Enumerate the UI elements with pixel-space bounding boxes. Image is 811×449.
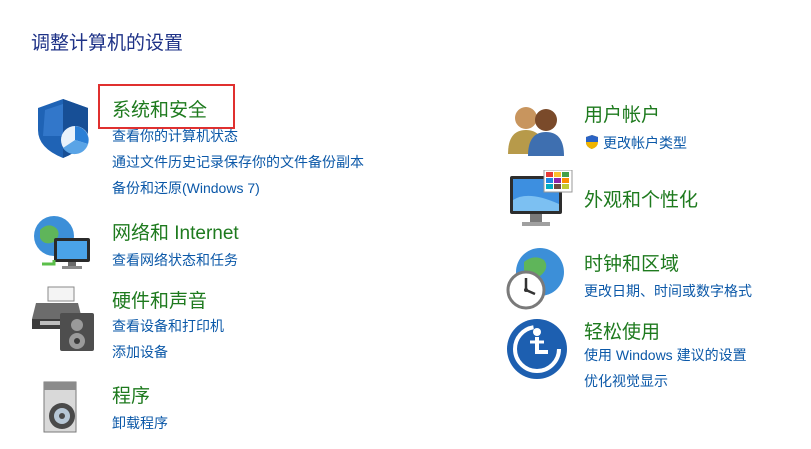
link-uninstall-program[interactable]: 卸载程序 <box>112 413 168 433</box>
printer-speaker-icon[interactable] <box>32 285 96 356</box>
uac-shield-icon <box>586 135 598 149</box>
highlight-box <box>98 84 235 129</box>
link-windows-suggested-settings[interactable]: 使用 Windows 建议的设置 <box>584 345 747 365</box>
link-backup-restore[interactable]: 备份和还原(Windows 7) <box>112 178 260 198</box>
users-icon[interactable] <box>506 104 566 161</box>
clock-globe-icon[interactable] <box>504 246 568 315</box>
category-title-ease-of-access[interactable]: 轻松使用 <box>584 317 660 344</box>
link-optimize-visual-display[interactable]: 优化视觉显示 <box>584 371 668 391</box>
link-file-history-backup[interactable]: 通过文件历史记录保存你的文件备份副本 <box>112 152 364 172</box>
category-title-clock-region[interactable]: 时钟和区域 <box>584 249 679 276</box>
monitor-palette-icon[interactable] <box>508 169 574 239</box>
link-change-date-time-format[interactable]: 更改日期、时间或数字格式 <box>584 281 752 301</box>
page-title: 调整计算机的设置 <box>31 33 184 54</box>
category-title-programs[interactable]: 程序 <box>112 381 150 408</box>
link-devices-printers[interactable]: 查看设备和打印机 <box>112 316 224 336</box>
category-title-network-internet[interactable]: 网络和 Internet <box>112 218 239 245</box>
shield-icon[interactable] <box>33 96 93 165</box>
link-change-account-type-label: 更改帐户类型 <box>603 135 687 151</box>
network-globe-icon[interactable] <box>32 212 96 279</box>
link-change-account-type[interactable]: 更改帐户类型 <box>584 133 687 153</box>
category-title-hardware-sound[interactable]: 硬件和声音 <box>112 286 207 313</box>
category-title-user-accounts[interactable]: 用户帐户 <box>584 100 660 127</box>
programs-disc-icon[interactable] <box>40 378 80 441</box>
category-title-appearance[interactable]: 外观和个性化 <box>584 185 698 212</box>
link-add-device[interactable]: 添加设备 <box>112 342 168 362</box>
ease-of-access-icon[interactable] <box>506 318 568 385</box>
link-view-computer-status[interactable]: 查看你的计算机状态 <box>112 126 238 146</box>
link-network-status-tasks[interactable]: 查看网络状态和任务 <box>112 250 238 270</box>
